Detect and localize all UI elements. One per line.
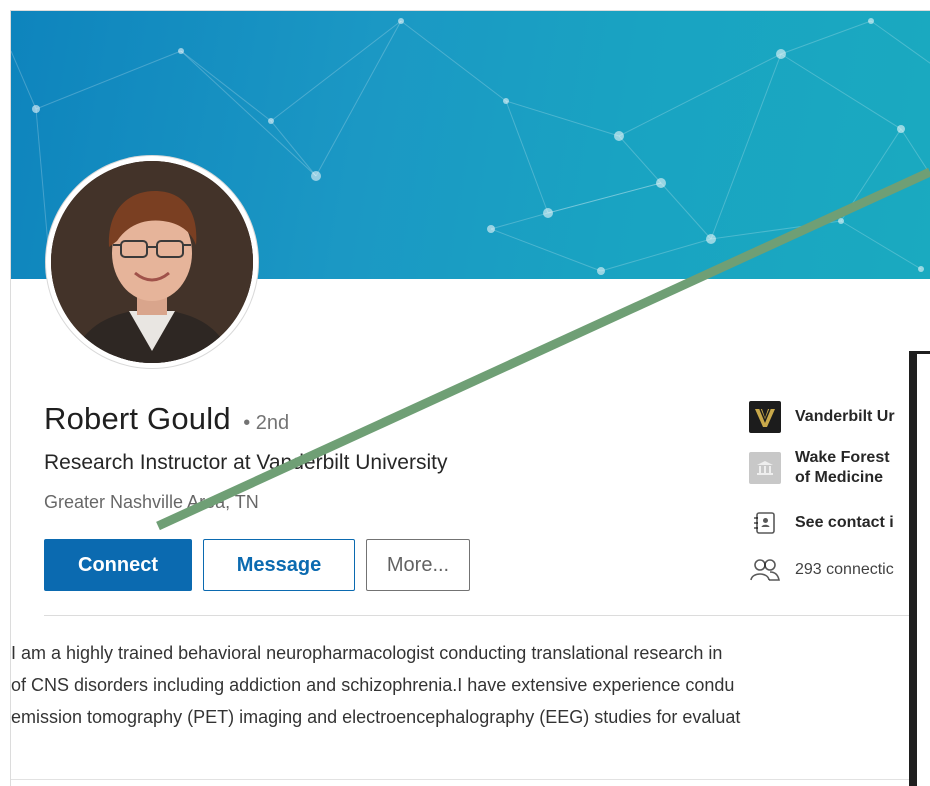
name-row: Robert Gould • 2nd bbox=[44, 401, 289, 437]
profile-summary: I am a highly trained behavioral neuroph… bbox=[11, 637, 911, 733]
section-divider bbox=[11, 779, 930, 780]
connection-degree: • 2nd bbox=[243, 412, 290, 434]
profile-location: Greater Nashville Area, TN bbox=[44, 492, 259, 512]
profile-photo bbox=[51, 161, 253, 363]
connections-people-icon bbox=[749, 554, 781, 586]
more-button[interactable]: More... bbox=[366, 539, 470, 591]
school-building-icon bbox=[749, 452, 781, 484]
profile-avatar[interactable] bbox=[46, 156, 258, 368]
summary-line: emission tomography (PET) imaging and el… bbox=[11, 707, 741, 727]
sidebar-item-label: Wake Forest bbox=[795, 449, 890, 466]
profile-card: Robert Gould • 2nd Research Instructor a… bbox=[10, 10, 930, 786]
message-button[interactable]: Message bbox=[203, 539, 355, 591]
sidebar-item-label: 293 connectic bbox=[795, 561, 894, 578]
connect-button[interactable]: Connect bbox=[44, 539, 192, 591]
summary-line: of CNS disorders including addiction and… bbox=[11, 675, 735, 695]
profile-name: Robert Gould bbox=[44, 401, 231, 436]
sidebar-item-current-position[interactable]: Vanderbilt Ur bbox=[749, 401, 895, 433]
section-divider bbox=[44, 615, 930, 616]
overlay-popup-panel bbox=[909, 351, 930, 786]
person-portrait-graphic bbox=[51, 161, 253, 363]
sidebar-item-education[interactable]: Wake Forest of Medicine bbox=[749, 448, 890, 488]
sidebar-item-label: Vanderbilt Ur bbox=[795, 408, 895, 425]
profile-headline: Research Instructor at Vanderbilt Univer… bbox=[44, 451, 448, 474]
sidebar-item-contact-info[interactable]: See contact i bbox=[749, 507, 894, 539]
summary-line: I am a highly trained behavioral neuroph… bbox=[11, 643, 723, 663]
sidebar-item-label-group: Wake Forest of Medicine bbox=[795, 448, 890, 488]
contact-card-icon bbox=[749, 507, 781, 539]
sidebar-item-connections[interactable]: 293 connectic bbox=[749, 554, 894, 586]
sidebar-item-label: See contact i bbox=[795, 514, 894, 531]
vanderbilt-logo-icon bbox=[749, 401, 781, 433]
sidebar-item-label: of Medicine bbox=[795, 469, 884, 486]
